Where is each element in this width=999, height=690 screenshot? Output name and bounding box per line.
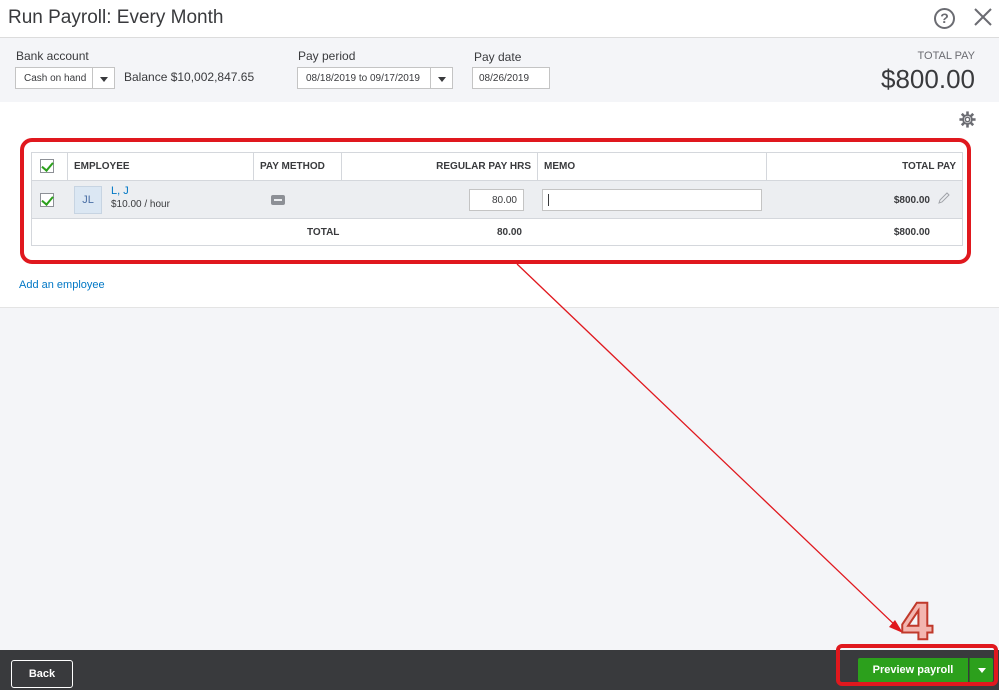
add-employee-link[interactable]: Add an employee: [19, 279, 105, 291]
pay-period-value: 08/18/2019 to 09/17/2019: [306, 73, 420, 84]
total-pay-value: $800.00: [881, 64, 975, 94]
back-button[interactable]: Back: [11, 660, 73, 688]
gear-icon[interactable]: [959, 111, 976, 128]
table-highlight-box: [20, 138, 971, 264]
pay-period-label: Pay period: [298, 49, 356, 63]
page-title: Run Payroll: Every Month: [8, 7, 224, 28]
pay-period-select[interactable]: 08/18/2019 to 09/17/2019: [297, 67, 453, 89]
balance-text: Balance $10,002,847.65: [124, 70, 255, 84]
help-icon[interactable]: ?: [934, 8, 955, 29]
bank-account-select[interactable]: Cash on hand: [15, 67, 115, 89]
payroll-header: Bank account Cash on hand Balance $10,00…: [0, 38, 999, 102]
pay-date-input[interactable]: 08/26/2019: [472, 67, 550, 89]
close-icon[interactable]: [972, 6, 994, 28]
bank-account-label: Bank account: [16, 49, 89, 63]
chevron-down-icon: [430, 68, 452, 88]
bank-account-value: Cash on hand: [24, 73, 87, 84]
title-bar: Run Payroll: Every Month ?: [0, 0, 999, 38]
pay-date-label: Pay date: [474, 50, 522, 64]
total-pay-label: TOTAL PAY: [917, 50, 975, 62]
chevron-down-icon: [92, 68, 114, 88]
step-number: 4: [899, 592, 936, 652]
